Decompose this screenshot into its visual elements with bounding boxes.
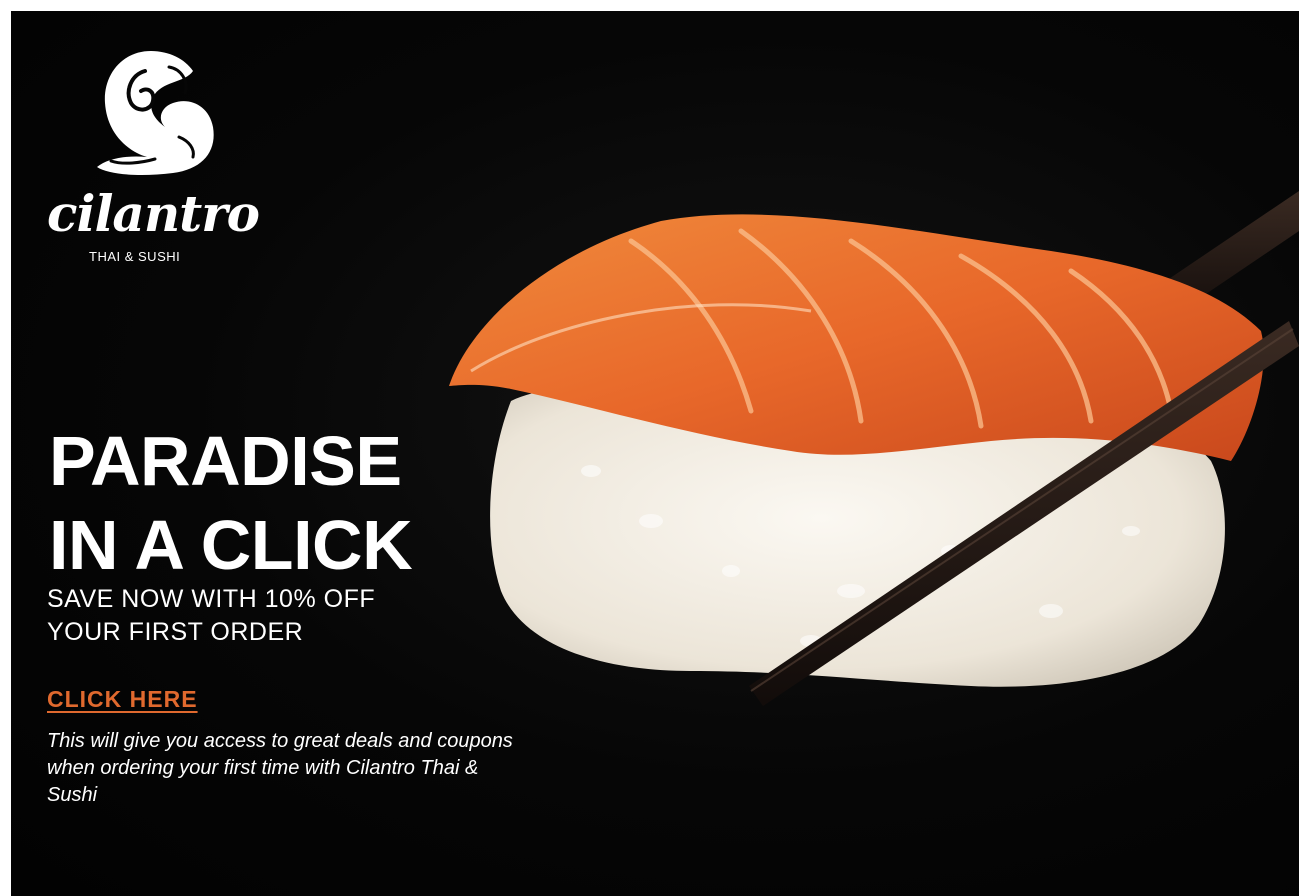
subheadline-line-2: YOUR FIRST ORDER [47,618,304,646]
headline-line-1: PARADISE [49,422,402,500]
brand-tagline: THAI & SUSHI [89,249,181,264]
headline-line-2: IN A CLICK [49,506,413,584]
promo-banner: cilantro THAI & SUSHI PARADISE IN A CLIC… [11,11,1299,896]
offer-description: This will give you access to great deals… [47,730,513,806]
cilantro-swirl-logo-icon [97,51,214,175]
salmon-nigiri-photo [449,191,1299,706]
subheadline-line-1: SAVE NOW WITH 10% OFF [47,585,376,613]
headline: PARADISE IN A CLICK [49,419,509,587]
subheadline: SAVE NOW WITH 10% OFF YOUR FIRST ORDER [47,583,467,649]
click-here-link[interactable]: CLICK HERE [47,686,198,713]
brand-wordmark: cilantro [47,184,260,243]
